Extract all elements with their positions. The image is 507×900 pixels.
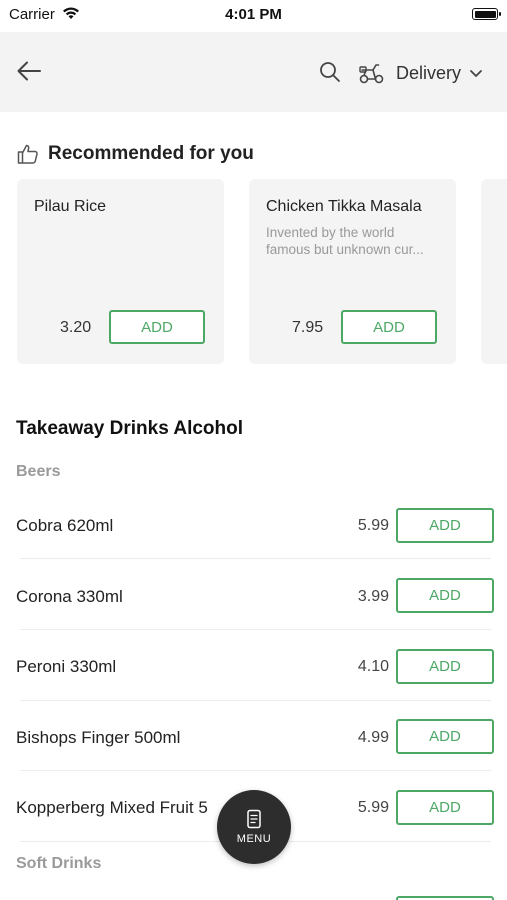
menu-item-price: 3.99 bbox=[357, 588, 389, 605]
menu-fab-button[interactable]: MENU bbox=[217, 790, 291, 864]
card-item-price: 7.95 bbox=[292, 319, 324, 336]
delivery-mode-selector[interactable]: Delivery bbox=[358, 60, 483, 86]
card-item-name: Pilau Rice bbox=[34, 198, 107, 215]
recommended-card-partial[interactable] bbox=[481, 179, 507, 364]
subsection-title-beers: Beers bbox=[16, 463, 61, 480]
recommended-title: Recommended for you bbox=[48, 143, 254, 164]
clock-label: 4:01 PM bbox=[225, 6, 282, 23]
subsection-title-soft-drinks: Soft Drinks bbox=[16, 855, 102, 872]
add-button-partial[interactable] bbox=[396, 896, 494, 900]
menu-item-price: 4.10 bbox=[357, 658, 389, 675]
add-button[interactable]: ADD bbox=[396, 649, 494, 684]
menu-item-name: Cobra 620ml bbox=[16, 516, 114, 535]
menu-fab-label: MENU bbox=[236, 833, 272, 845]
menu-item-name: Corona 330ml bbox=[16, 587, 123, 606]
divider bbox=[20, 700, 491, 701]
back-arrow-icon[interactable] bbox=[14, 56, 44, 86]
search-icon[interactable] bbox=[318, 60, 342, 84]
card-item-name: Chicken Tikka Masala bbox=[266, 198, 422, 215]
card-add-button[interactable]: ADD bbox=[341, 310, 437, 344]
card-item-price: 3.20 bbox=[60, 319, 92, 336]
thumbs-up-icon bbox=[17, 144, 38, 164]
divider bbox=[20, 770, 491, 771]
card-add-button[interactable]: ADD bbox=[109, 310, 205, 344]
recommended-card[interactable]: Chicken Tikka Masala Invented by the wor… bbox=[249, 179, 456, 364]
menu-book-icon bbox=[247, 809, 261, 829]
recommended-card[interactable]: Pilau Rice 3.20 ADD bbox=[17, 179, 224, 364]
recommended-header: Recommended for you bbox=[16, 142, 254, 166]
add-button[interactable]: ADD bbox=[396, 508, 494, 543]
menu-item-price: 4.99 bbox=[357, 729, 389, 746]
menu-item-name: Kopperberg Mixed Fruit 5 bbox=[16, 798, 208, 817]
category-title: Takeaway Drinks Alcohol bbox=[16, 418, 244, 439]
status-bar: Carrier 4:01 PM bbox=[0, 0, 507, 30]
divider bbox=[20, 629, 491, 630]
divider bbox=[20, 558, 491, 559]
menu-item-name: Bishops Finger 500ml bbox=[16, 728, 181, 747]
battery-icon bbox=[472, 8, 501, 20]
menu-item-name: Peroni 330ml bbox=[16, 657, 117, 676]
card-item-description: Invented by the world famous but unknown… bbox=[266, 225, 424, 257]
menu-item-price: 5.99 bbox=[357, 517, 389, 534]
scooter-icon bbox=[359, 64, 384, 84]
chevron-down-icon bbox=[470, 70, 482, 77]
add-button[interactable]: ADD bbox=[396, 578, 494, 613]
menu-item-price: 5.99 bbox=[357, 799, 389, 816]
delivery-label: Delivery bbox=[396, 62, 462, 83]
add-button[interactable]: ADD bbox=[396, 719, 494, 754]
add-button[interactable]: ADD bbox=[396, 790, 494, 825]
